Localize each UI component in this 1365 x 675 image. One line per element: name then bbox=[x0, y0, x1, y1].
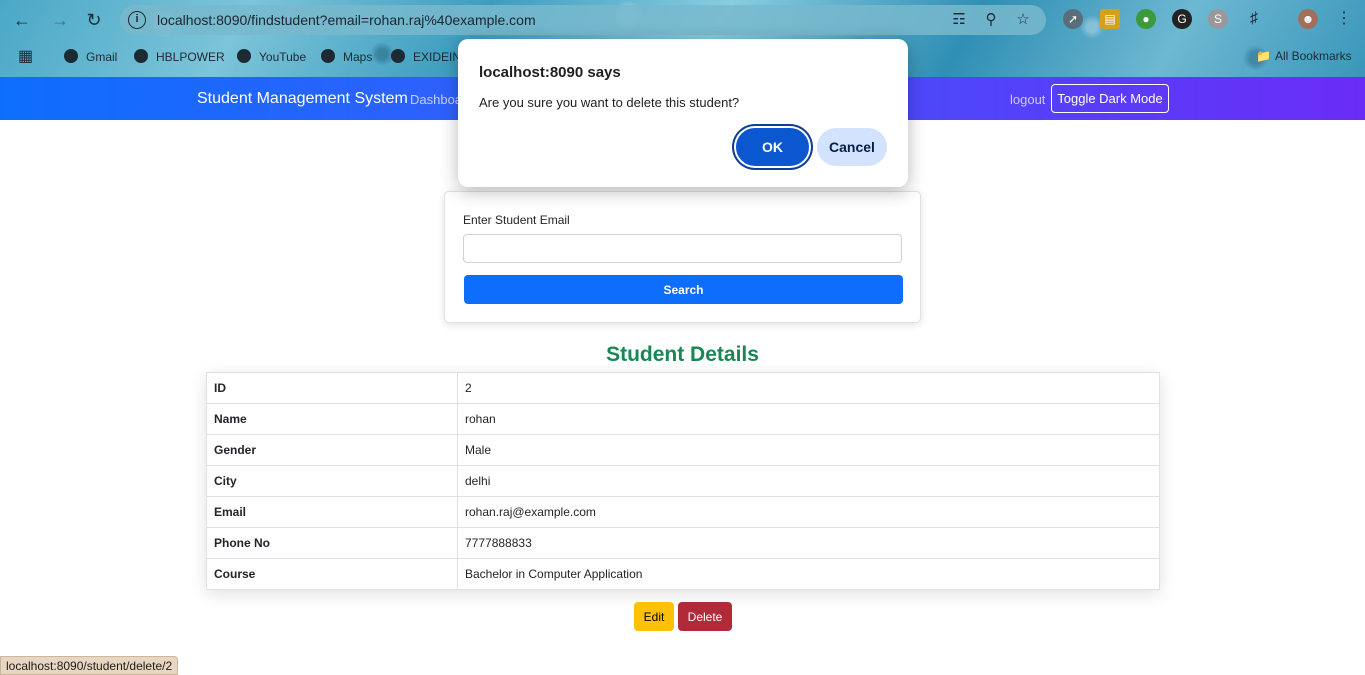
edit-button[interactable]: Edit bbox=[634, 602, 674, 631]
apps-grid-icon[interactable]: ▦ bbox=[18, 46, 33, 66]
table-row: City delhi bbox=[206, 465, 1160, 497]
dialog-ok-button[interactable]: OK bbox=[736, 128, 809, 166]
nav-link-dashboard[interactable]: Dashboa bbox=[410, 92, 462, 107]
student-details-table: ID 2 Name rohan Gender Male City delhi E… bbox=[206, 372, 1160, 590]
delete-button[interactable]: Delete bbox=[678, 602, 732, 631]
extensions-puzzle-icon[interactable]: ♯ bbox=[1244, 9, 1264, 29]
dialog-title: localhost:8090 says bbox=[479, 64, 621, 81]
row-value: Male bbox=[457, 434, 1160, 466]
row-value: 7777888833 bbox=[457, 527, 1160, 559]
search-card: Enter Student Email Search bbox=[444, 191, 921, 323]
back-icon[interactable]: ← bbox=[10, 8, 34, 32]
row-value: rohan bbox=[457, 403, 1160, 435]
search-button[interactable]: Search bbox=[464, 275, 903, 304]
bookmark-hblpower[interactable]: HBLPOWER bbox=[134, 49, 225, 64]
extension-icon-4[interactable]: G bbox=[1172, 9, 1192, 29]
browser-menu-icon[interactable]: ⋮ bbox=[1334, 9, 1354, 29]
student-email-input[interactable] bbox=[463, 234, 902, 263]
globe-icon bbox=[134, 49, 148, 63]
profile-avatar[interactable]: ☻ bbox=[1298, 9, 1318, 29]
row-value: 2 bbox=[457, 372, 1160, 404]
row-value: rohan.raj@example.com bbox=[457, 496, 1160, 528]
confirm-dialog: localhost:8090 says Are you sure you wan… bbox=[458, 39, 908, 187]
address-url[interactable]: localhost:8090/findstudent?email=rohan.r… bbox=[157, 12, 536, 28]
extension-icon-3[interactable]: ● bbox=[1136, 9, 1156, 29]
globe-icon bbox=[64, 49, 78, 63]
nav-link-logout[interactable]: logout bbox=[1010, 92, 1045, 107]
extension-icon-1[interactable]: ➚ bbox=[1063, 9, 1083, 29]
dialog-cancel-button[interactable]: Cancel bbox=[817, 128, 887, 166]
row-key: Phone No bbox=[206, 527, 458, 559]
star-icon[interactable]: ☆ bbox=[1014, 11, 1032, 29]
bookmark-youtube[interactable]: YouTube bbox=[237, 49, 306, 64]
student-details-title: Student Details bbox=[606, 343, 759, 366]
row-key: City bbox=[206, 465, 458, 497]
table-row: Phone No 7777888833 bbox=[206, 527, 1160, 559]
dialog-message: Are you sure you want to delete this stu… bbox=[479, 95, 740, 110]
globe-icon bbox=[321, 49, 335, 63]
reload-icon[interactable]: ↻ bbox=[82, 8, 106, 32]
bookmark-maps[interactable]: Maps bbox=[321, 49, 372, 64]
row-key: Gender bbox=[206, 434, 458, 466]
address-bar[interactable]: i localhost:8090/findstudent?email=rohan… bbox=[120, 5, 1046, 35]
table-row: Gender Male bbox=[206, 434, 1160, 466]
table-row: Email rohan.raj@example.com bbox=[206, 496, 1160, 528]
table-row: ID 2 bbox=[206, 372, 1160, 404]
row-key: Course bbox=[206, 558, 458, 590]
translate-icon[interactable]: ☶ bbox=[950, 11, 968, 29]
toggle-dark-mode-button[interactable]: Toggle Dark Mode bbox=[1051, 84, 1169, 113]
extension-icon-5[interactable]: S bbox=[1208, 9, 1228, 29]
row-key: ID bbox=[206, 372, 458, 404]
row-key: Name bbox=[206, 403, 458, 435]
globe-icon bbox=[391, 49, 405, 63]
zoom-icon[interactable]: ⚲ bbox=[982, 11, 1000, 29]
table-row: Name rohan bbox=[206, 403, 1160, 435]
bookmark-gmail[interactable]: Gmail bbox=[64, 49, 117, 64]
extension-icon-2[interactable]: ▤ bbox=[1100, 9, 1120, 29]
row-value: Bachelor in Computer Application bbox=[457, 558, 1160, 590]
all-bookmarks[interactable]: 📁 All Bookmarks bbox=[1256, 49, 1352, 63]
search-label: Enter Student Email bbox=[463, 213, 570, 227]
site-info-icon[interactable]: i bbox=[128, 11, 146, 29]
row-key: Email bbox=[206, 496, 458, 528]
folder-icon: 📁 bbox=[1256, 49, 1271, 63]
row-value: delhi bbox=[457, 465, 1160, 497]
bookmark-exidein[interactable]: EXIDEIN bbox=[391, 49, 461, 64]
status-bar-url: localhost:8090/student/delete/2 bbox=[0, 656, 179, 675]
globe-icon bbox=[237, 49, 251, 63]
table-row: Course Bachelor in Computer Application bbox=[206, 558, 1160, 590]
forward-icon[interactable]: → bbox=[48, 8, 72, 32]
navbar-brand[interactable]: Student Management System bbox=[197, 90, 408, 108]
